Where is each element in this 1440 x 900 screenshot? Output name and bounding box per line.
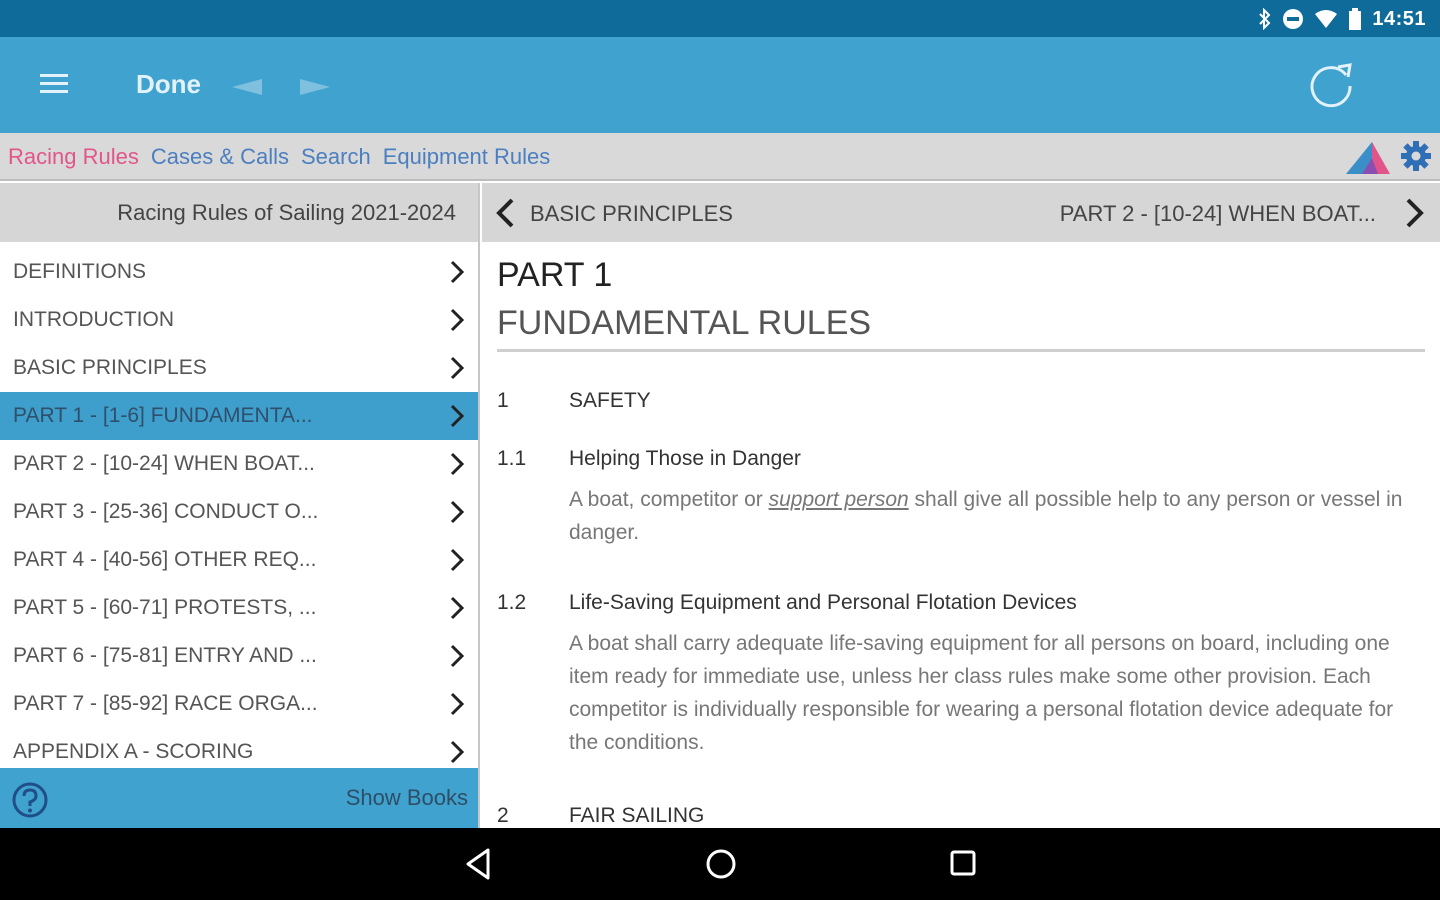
content-pane: BASIC PRINCIPLES PART 2 - [10-24] WHEN B… (482, 183, 1440, 828)
recents-icon[interactable] (948, 846, 978, 882)
hamburger-menu-icon[interactable] (38, 71, 70, 97)
chevron-right-icon (450, 692, 464, 716)
wifi-icon (1315, 10, 1338, 28)
bluetooth-icon (1259, 8, 1271, 30)
chevron-right-icon (450, 404, 464, 428)
chevron-left-icon[interactable] (494, 197, 516, 229)
rule-2: 2 FAIR SAILING (497, 804, 1427, 828)
status-bar: 14:51 (0, 0, 1440, 37)
sidebar-item-label: PART 7 - [85-92] RACE ORGA... (13, 692, 318, 715)
sidebar-item-label: PART 5 - [60-71] PROTESTS, ... (13, 596, 317, 619)
rule-heading: Life-Saving Equipment and Personal Flota… (569, 591, 1077, 614)
rule-text: A boat shall carry adequate life-saving … (569, 632, 1394, 754)
chevron-right-icon (450, 596, 464, 620)
prev-section-link[interactable]: BASIC PRINCIPLES (530, 201, 733, 227)
chevron-right-icon (450, 500, 464, 524)
rule-1-2: 1.2 Life-Saving Equipment and Personal F… (497, 591, 1427, 759)
app-bar: Done (0, 37, 1440, 133)
done-button[interactable]: Done (136, 69, 201, 100)
clock: 14:51 (1372, 7, 1426, 30)
do-not-disturb-icon (1283, 9, 1304, 29)
show-books-button[interactable]: Show Books (346, 785, 468, 811)
sidebar-item-label: PART 4 - [40-56] OTHER REQ... (13, 548, 317, 571)
tab-equipment-rules[interactable]: Equipment Rules (383, 144, 551, 170)
sidebar-item-basic-principles[interactable]: BASIC PRINCIPLES (0, 344, 478, 392)
sidebar-header: Racing Rules of Sailing 2021-2024 (0, 183, 478, 242)
tab-search[interactable]: Search (301, 144, 371, 170)
rule-document: PART 1 FUNDAMENTAL RULES 1 SAFETY 1.1 He… (497, 242, 1427, 828)
battery-icon (1349, 8, 1362, 30)
chevron-right-icon[interactable] (1404, 197, 1426, 229)
arrow-right-icon[interactable] (296, 77, 332, 102)
rule-heading: SAFETY (569, 389, 651, 412)
rule-number: 1.1 (497, 447, 527, 470)
chevron-right-icon (450, 740, 464, 764)
help-icon[interactable] (12, 782, 48, 823)
part-title: FUNDAMENTAL RULES (497, 303, 1425, 352)
sidebar-item-label: APPENDIX A - SCORING (13, 740, 254, 763)
section-nav: BASIC PRINCIPLES PART 2 - [10-24] WHEN B… (482, 183, 1440, 242)
gear-icon[interactable] (1400, 140, 1432, 177)
rule-number: 1.2 (497, 591, 527, 614)
sidebar-item-label: PART 2 - [10-24] WHEN BOAT... (13, 452, 315, 475)
rule-1-1: 1.1 Helping Those in Danger A boat, comp… (497, 447, 1427, 549)
tab-bar: Racing Rules Cases & Calls Search Equipm… (0, 133, 1440, 181)
sidebar-item-label: INTRODUCTION (13, 308, 174, 331)
sidebar-item-part-5[interactable]: PART 5 - [60-71] PROTESTS, ... (0, 584, 478, 632)
rule-number: 2 (497, 804, 509, 827)
chevron-right-icon (450, 548, 464, 572)
rule-text-part: A boat, competitor or (569, 488, 769, 511)
system-nav-bar (0, 828, 1440, 900)
tab-cases-calls[interactable]: Cases & Calls (151, 144, 289, 170)
back-icon[interactable] (464, 846, 494, 882)
sidebar-list: DEFINITIONS INTRODUCTION BASIC PRINCIPLE… (0, 248, 478, 776)
chevron-right-icon (450, 260, 464, 284)
sidebar-item-part-3[interactable]: PART 3 - [25-36] CONDUCT O... (0, 488, 478, 536)
tab-racing-rules[interactable]: Racing Rules (8, 144, 139, 170)
chevron-right-icon (450, 644, 464, 668)
sidebar-item-part-2[interactable]: PART 2 - [10-24] WHEN BOAT... (0, 440, 478, 488)
sidebar-item-part-1[interactable]: PART 1 - [1-6] FUNDAMENTA... (0, 392, 478, 440)
sidebar-item-label: DEFINITIONS (13, 260, 147, 283)
rule-text: A boat, competitor or support person sha… (569, 483, 1427, 549)
sidebar: Racing Rules of Sailing 2021-2024 DEFINI… (0, 183, 480, 828)
sidebar-item-definitions[interactable]: DEFINITIONS (0, 248, 478, 296)
rule-number: 1 (497, 389, 509, 412)
sail-logo-icon (1344, 138, 1394, 181)
home-icon[interactable] (704, 846, 738, 882)
chevron-right-icon (450, 356, 464, 380)
sidebar-item-introduction[interactable]: INTRODUCTION (0, 296, 478, 344)
sidebar-item-part-4[interactable]: PART 4 - [40-56] OTHER REQ... (0, 536, 478, 584)
sidebar-item-part-6[interactable]: PART 6 - [75-81] ENTRY AND ... (0, 632, 478, 680)
sidebar-item-label: BASIC PRINCIPLES (13, 356, 207, 379)
part-number: PART 1 (497, 256, 613, 294)
chevron-right-icon (450, 452, 464, 476)
sidebar-item-label: PART 3 - [25-36] CONDUCT O... (13, 500, 319, 523)
sidebar-item-part-7[interactable]: PART 7 - [85-92] RACE ORGA... (0, 680, 478, 728)
next-section-link[interactable]: PART 2 - [10-24] WHEN BOAT... (1060, 201, 1376, 227)
refresh-icon[interactable] (1306, 61, 1356, 116)
rule-1: 1 SAFETY (497, 389, 1427, 417)
chevron-right-icon (450, 308, 464, 332)
sidebar-item-label: PART 1 - [1-6] FUNDAMENTA... (13, 404, 313, 427)
rule-heading: FAIR SAILING (569, 804, 705, 827)
arrow-left-icon[interactable] (230, 77, 266, 102)
sidebar-item-label: PART 6 - [75-81] ENTRY AND ... (13, 644, 317, 667)
sidebar-footer: Show Books (0, 768, 478, 828)
rule-heading: Helping Those in Danger (569, 447, 801, 470)
definition-link[interactable]: support person (769, 488, 909, 511)
